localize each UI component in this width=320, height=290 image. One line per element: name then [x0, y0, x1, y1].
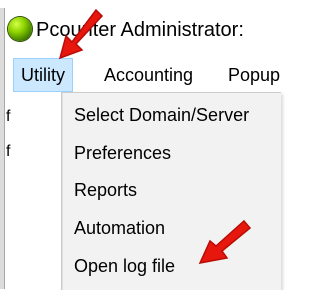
menu-item-preferences[interactable]: Preferences	[62, 135, 281, 171]
menu-item-reports[interactable]: Reports	[62, 172, 281, 208]
menu-accounting[interactable]: Accounting	[104, 58, 193, 92]
menu-item-select-domain-server[interactable]: Select Domain/Server	[62, 97, 281, 133]
menu-item-open-log-file[interactable]: Open log file	[62, 248, 281, 284]
green-orb-icon	[8, 17, 32, 41]
background-text-fragment: f	[6, 143, 11, 160]
background-text-fragment: f	[6, 108, 11, 125]
menu-utility[interactable]: Utility	[13, 58, 73, 92]
title-bar[interactable]: Pcounter Administrator:	[5, 8, 280, 58]
menu-bar: Utility Accounting Popup	[5, 58, 280, 92]
menu-popup[interactable]: Popup	[228, 58, 280, 92]
top-strip	[0, 0, 280, 8]
utility-dropdown-menu: Select Domain/Server Preferences Reports…	[61, 92, 281, 290]
window-title: Pcounter Administrator:	[36, 19, 244, 41]
menu-item-automation[interactable]: Automation	[62, 210, 281, 246]
